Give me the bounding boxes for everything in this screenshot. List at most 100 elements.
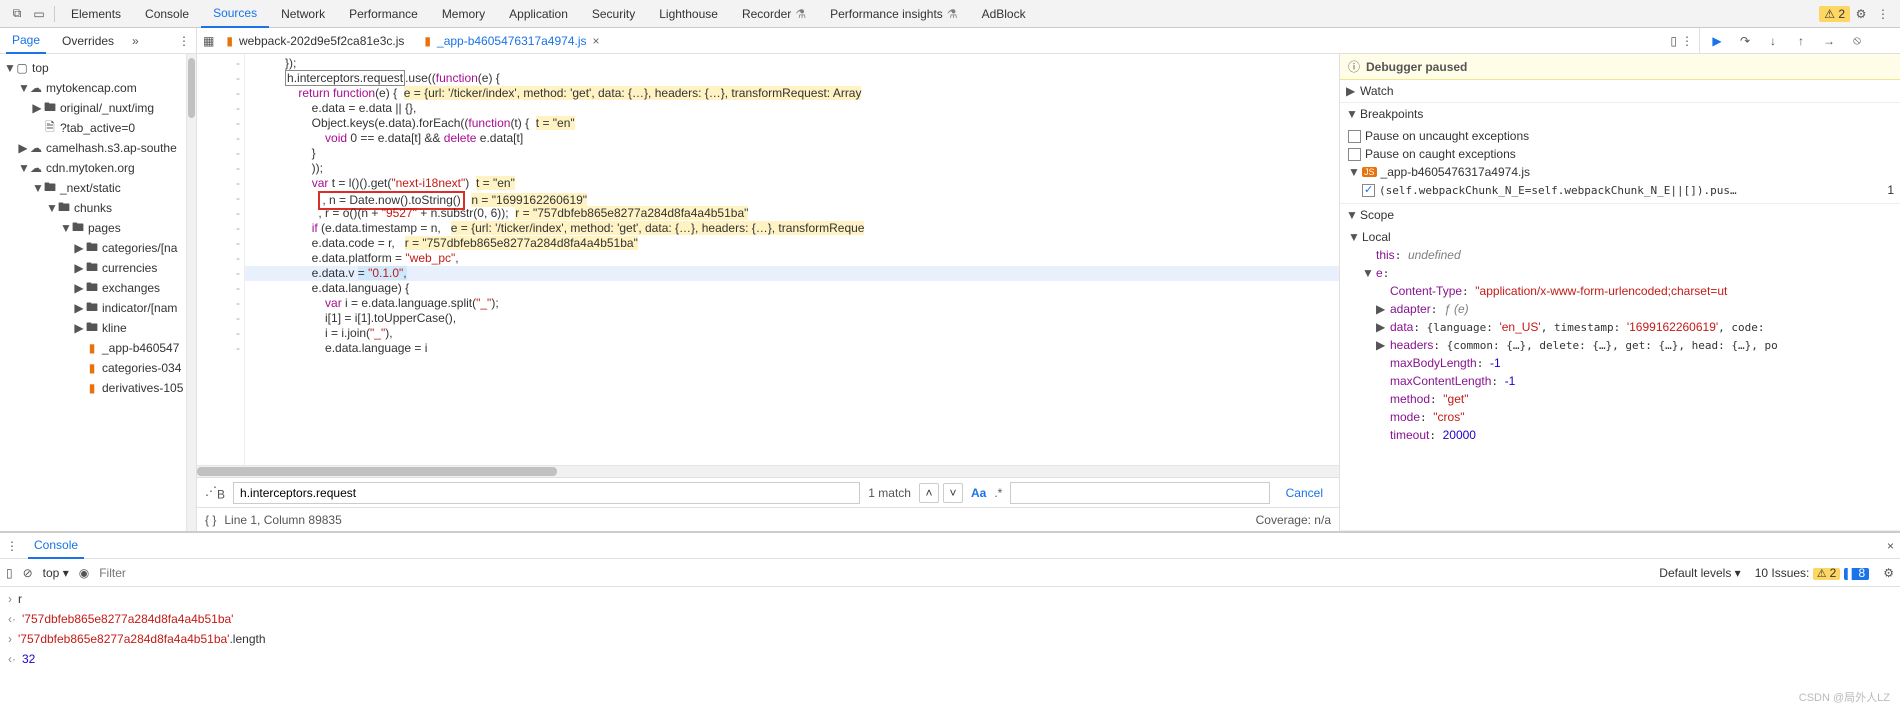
navigator-menu-icon[interactable]: ⋮ <box>178 34 190 48</box>
nav-item[interactable]: ▶🖿exchanges <box>0 278 186 298</box>
scope-variable[interactable]: ▶data: {language: 'en_US', timestamp: '1… <box>1340 318 1900 336</box>
tab-network[interactable]: Network <box>269 0 337 28</box>
scope-variable[interactable]: timeout: 20000 <box>1340 426 1900 444</box>
console-filter-input[interactable] <box>99 563 1649 583</box>
replace-input[interactable] <box>1010 482 1269 504</box>
navigator-tab-page[interactable]: Page <box>6 28 46 54</box>
step-into-icon[interactable]: ↓ <box>1764 34 1782 48</box>
watch-section-header[interactable]: ▶Watch <box>1340 80 1900 102</box>
scope-variable[interactable]: method: "get" <box>1340 390 1900 408</box>
nav-item[interactable]: ▼🖿chunks <box>0 198 186 218</box>
prev-match-button[interactable]: ˄ <box>919 483 939 503</box>
scope-variable[interactable]: ▶adapter: ƒ (e) <box>1340 300 1900 318</box>
case-toggle[interactable]: Aa <box>971 486 986 500</box>
tab-elements[interactable]: Elements <box>59 0 133 28</box>
cancel-button[interactable]: Cancel <box>1278 486 1331 500</box>
breakpoint-line[interactable]: (self.webpackChunk_N_E=self.webpackChunk… <box>1340 181 1900 199</box>
code-content[interactable]: }); h.interceptors.request.use((function… <box>245 54 1339 465</box>
nav-item[interactable]: ▶🖿currencies <box>0 258 186 278</box>
nav-item[interactable]: ▮_app-b460547 <box>0 338 186 358</box>
file-tab[interactable]: ▮_app-b4605476317a4974.js× <box>416 30 607 52</box>
step-over-icon[interactable]: ↷ <box>1736 34 1754 48</box>
device-toggle-icon[interactable]: ▭ <box>28 3 50 25</box>
breakpoint-file[interactable]: ▼JS_app-b4605476317a4974.js <box>1340 163 1900 181</box>
nav-item[interactable]: ▼🖿pages <box>0 218 186 238</box>
regex-toggle[interactable]: .* <box>994 486 1002 500</box>
nav-item[interactable]: ▶🖿original/_nuxt/img <box>0 98 186 118</box>
log-levels-selector[interactable]: Default levels ▾ <box>1659 566 1740 580</box>
more-arrow-icon[interactable]: » <box>132 34 139 48</box>
open-files-tabs: ▦ ▮webpack-202d9e5f2ca81e3c.js▮_app-b460… <box>197 28 1700 53</box>
step-out-icon[interactable]: ↑ <box>1792 34 1810 48</box>
tab-memory[interactable]: Memory <box>430 0 497 28</box>
resume-icon[interactable]: ▶ <box>1708 34 1726 48</box>
nav-item[interactable]: ▼🖿_next/static <box>0 178 186 198</box>
nav-item[interactable]: ▶🖿categories/[na <box>0 238 186 258</box>
scope-local-header[interactable]: ▼Local <box>1340 228 1900 246</box>
tab-security[interactable]: Security <box>580 0 647 28</box>
find-input[interactable] <box>233 482 860 504</box>
nav-item[interactable]: ▶🖿kline <box>0 318 186 338</box>
context-selector[interactable]: top ▾ <box>43 566 69 580</box>
nav-item[interactable]: ▶🖿indicator/[nam <box>0 298 186 318</box>
issues-summary[interactable]: 10 Issues: ⚠ 2 ▌ 8 <box>1755 566 1870 580</box>
navigator-tab-overrides[interactable]: Overrides <box>56 28 120 54</box>
close-drawer-icon[interactable]: × <box>1887 539 1894 553</box>
console-sidebar-icon[interactable]: ▯ <box>6 566 13 580</box>
scrollbar[interactable] <box>186 54 196 531</box>
tab-recorder[interactable]: Recorder ⚗ <box>730 0 818 28</box>
clear-console-icon[interactable]: ⊘ <box>23 566 33 580</box>
close-icon[interactable]: × <box>593 34 600 48</box>
separator <box>54 6 55 22</box>
find-bar: ⋰B 1 match ˄ ˅ Aa .* Cancel <box>197 477 1339 507</box>
scope-variable[interactable]: mode: "cros" <box>1340 408 1900 426</box>
history-icon[interactable]: ▦ <box>203 34 214 48</box>
breakpoints-section-header[interactable]: ▼Breakpoints <box>1340 103 1900 125</box>
deactivate-bp-icon[interactable]: ⦸ <box>1848 33 1866 48</box>
tab-performance-insights[interactable]: Performance insights ⚗ <box>818 0 969 28</box>
scope-variable[interactable]: maxContentLength: -1 <box>1340 372 1900 390</box>
tab-lighthouse[interactable]: Lighthouse <box>647 0 730 28</box>
pretty-print-icon[interactable]: { } <box>205 513 216 527</box>
scope-variable[interactable]: this: undefined <box>1340 246 1900 264</box>
scope-variable[interactable]: ▼e: <box>1340 264 1900 282</box>
nav-item[interactable]: ▼▢top <box>0 58 186 78</box>
horizontal-scrollbar[interactable] <box>197 465 1339 477</box>
more-icon[interactable]: ⋮ <box>1872 3 1894 25</box>
regex-toggle-icon[interactable]: ⋰B <box>205 484 225 501</box>
tab-sources[interactable]: Sources <box>201 0 269 28</box>
editor-status: { } Line 1, Column 89835 Coverage: n/a <box>197 507 1339 531</box>
paused-banner: ⓘ Debugger paused <box>1340 54 1900 80</box>
console-output[interactable]: ›r‹·'757dbfeb865e8277a284d8fa4a4b51ba'›'… <box>0 587 1900 707</box>
scope-variable[interactable]: Content-Type: "application/x-www-form-ur… <box>1340 282 1900 300</box>
tab-performance[interactable]: Performance <box>337 0 430 28</box>
file-tab[interactable]: ▮webpack-202d9e5f2ca81e3c.js <box>218 30 412 52</box>
nav-item[interactable]: ▮categories-034 <box>0 358 186 378</box>
more-icon[interactable]: ⋮ <box>1681 34 1693 48</box>
step-icon[interactable]: → <box>1820 34 1838 48</box>
console-settings-icon[interactable]: ⚙ <box>1883 566 1894 580</box>
nav-item[interactable]: ▼☁mytokencap.com <box>0 78 186 98</box>
nav-item[interactable]: ▶☁camelhash.s3.ap-southe <box>0 138 186 158</box>
console-tab[interactable]: Console <box>28 533 84 559</box>
warnings-badge[interactable]: ⚠ 2 <box>1819 6 1850 22</box>
reader-icon[interactable]: ▯ <box>1670 34 1677 48</box>
tab-console[interactable]: Console <box>133 0 201 28</box>
nav-item[interactable]: ▼☁cdn.mytoken.org <box>0 158 186 178</box>
debugger-controls: ▶ ↷ ↓ ↑ → ⦸ <box>1700 33 1900 48</box>
settings-icon[interactable]: ⚙ <box>1850 3 1872 25</box>
scope-section-header[interactable]: ▼Scope <box>1340 204 1900 226</box>
nav-item[interactable]: ▮derivatives-105 <box>0 378 186 398</box>
tab-adblock[interactable]: AdBlock <box>970 0 1038 28</box>
scope-variable[interactable]: maxBodyLength: -1 <box>1340 354 1900 372</box>
drawer-menu-icon[interactable]: ⋮ <box>6 539 18 553</box>
code-editor-pane: -------------------- }); h.interceptors.… <box>197 54 1340 531</box>
breakpoint-option[interactable]: Pause on uncaught exceptions <box>1340 127 1900 145</box>
breakpoint-option[interactable]: Pause on caught exceptions <box>1340 145 1900 163</box>
live-expression-icon[interactable]: ◉ <box>79 566 89 580</box>
nav-item[interactable]: 🗎?tab_active=0 <box>0 118 186 138</box>
tab-application[interactable]: Application <box>497 0 580 28</box>
next-match-button[interactable]: ˅ <box>943 483 963 503</box>
scope-variable[interactable]: ▶headers: {common: {…}, delete: {…}, get… <box>1340 336 1900 354</box>
inspect-icon[interactable]: ⧉ <box>6 3 28 25</box>
